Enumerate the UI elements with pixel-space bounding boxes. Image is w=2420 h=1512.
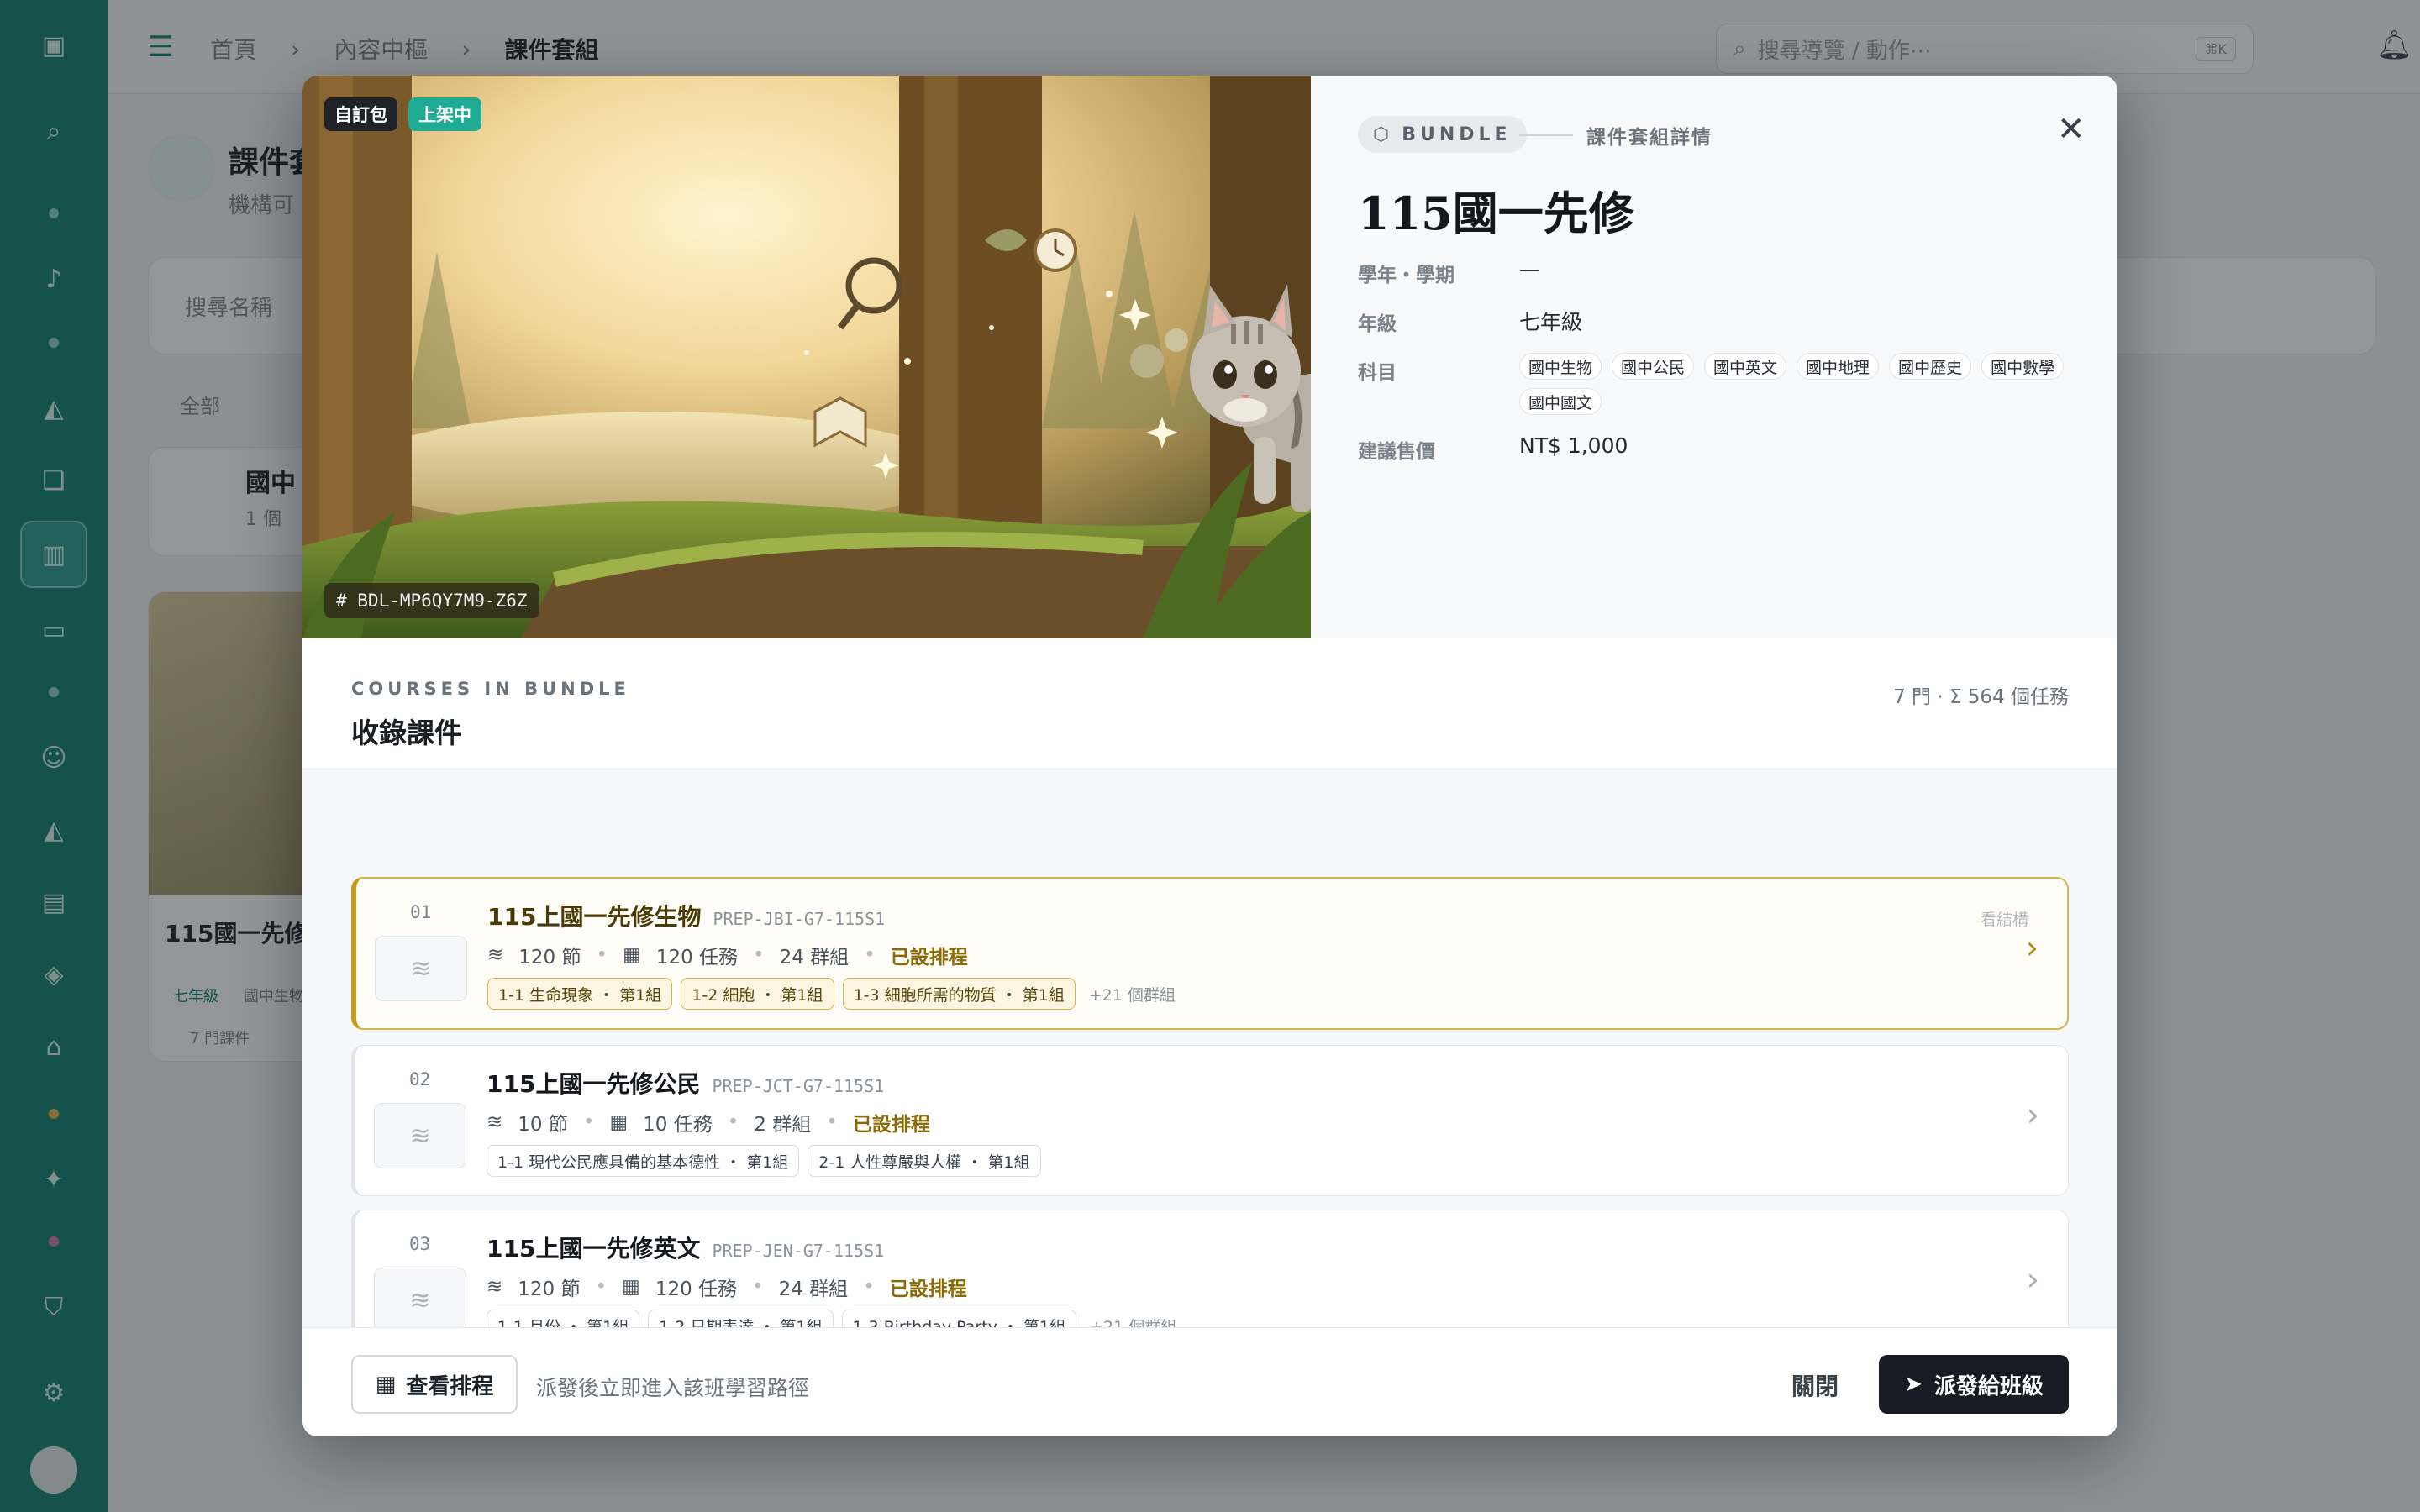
layers-icon: ≋ — [374, 1268, 466, 1327]
modal-footer: ▦ 查看排程 派發後立即進入該班學習路徑 關閉 ➤ 派發給班級 — [302, 1327, 2118, 1436]
subject-chip: 國中國文 — [1519, 388, 1602, 415]
task-count: 10 任務 — [643, 1114, 713, 1136]
course-stats: ≋ 120 節 • ▦ 120 任務 • 24 群組 • 已設排程 — [487, 1273, 967, 1301]
layers-icon: ≋ — [487, 1111, 503, 1133]
lesson-count: 120 節 — [518, 947, 581, 969]
grade-label: 年級 — [1358, 313, 1397, 335]
calendar-icon: ▦ — [623, 944, 641, 966]
course-title: 115上國一先修英文 PREP-JEN-G7-115S1 — [487, 1235, 885, 1263]
view-schedule-button[interactable]: ▦ 查看排程 — [351, 1355, 518, 1414]
course-number: 02 — [409, 1069, 431, 1089]
lesson-count: 10 節 — [518, 1114, 568, 1136]
course-card[interactable]: 03 ≋ 115上國一先修英文 PREP-JEN-G7-115S1 ≋ 120 節 … — [351, 1210, 2069, 1327]
view-structure-link[interactable]: 看結構 — [1981, 907, 2028, 930]
section-caption: COURSES IN BUNDLE — [351, 679, 630, 699]
chevron-right-icon[interactable]: › — [2027, 1096, 2039, 1133]
task-count: 120 任務 — [655, 1278, 738, 1300]
group-tags: 1-1 現代公民應具備的基本德性 ・ 第1組 2-1 人性尊嚴與人權 ・ 第1組 — [487, 1145, 1041, 1177]
send-icon: ➤ — [1904, 1372, 1923, 1397]
calendar-icon: ▦ — [622, 1276, 640, 1298]
course-stats: ≋ 10 節 • ▦ 10 任務 • 2 群組 • 已設排程 — [487, 1108, 930, 1137]
subject-chip: 國中數學 — [1981, 353, 2065, 380]
group-tags: 1-1 月份 ・ 第1組 1-2 日期表達 ・ 第1組 1-3 Birthday… — [487, 1310, 1176, 1327]
term-value: — — [1519, 257, 1540, 281]
view-schedule-label: 查看排程 — [406, 1373, 494, 1399]
courses-section-header: COURSES IN BUNDLE 收錄課件 7 門 · Σ 564 個任務 — [302, 638, 2118, 769]
schedule-status: 已設排程 — [890, 947, 968, 969]
more-groups: +21 個群組 — [1090, 1317, 1177, 1328]
modal-hero: 自訂包 上架中 # BDL-MP6QY7M9-Z6Z ⬡ BUNDLE 課件套組… — [302, 76, 2118, 638]
group-tag: 1-3 細胞所需的物質 ・ 第1組 — [842, 978, 1076, 1010]
layers-icon: ≋ — [487, 944, 504, 966]
group-tag: 1-2 細胞 ・ 第1組 — [681, 978, 834, 1010]
group-count: 2 群組 — [754, 1114, 812, 1136]
course-card[interactable]: 01 ≋ 115上國一先修生物 PREP-JBI-G7-115S1 ≋ 120 節 … — [351, 877, 2069, 1030]
section-title: 收錄課件 — [351, 717, 462, 749]
course-title: 115上國一先修公民 PREP-JCT-G7-115S1 — [487, 1070, 885, 1098]
section-meta: 7 門 · Σ 564 個任務 — [1893, 686, 2069, 708]
group-tag: 1-1 月份 ・ 第1組 — [487, 1310, 640, 1327]
layers-icon: ≋ — [375, 936, 467, 1001]
group-tags: 1-1 生命現象 ・ 第1組 1-2 細胞 ・ 第1組 1-3 細胞所需的物質 … — [487, 978, 1176, 1010]
bundle-type-pill: ⬡ BUNDLE — [1358, 116, 1527, 153]
price-label: 建議售價 — [1358, 441, 1435, 463]
detail-subtitle: 課件套組詳情 — [1586, 127, 1712, 149]
dispatch-label: 派發給班級 — [1933, 1373, 2044, 1399]
dispatch-to-class-button[interactable]: ➤ 派發給班級 — [1879, 1355, 2069, 1414]
subject-chips: 國中生物 國中公民 國中英文 國中地理 國中歷史 國中數學 國中國文 — [1519, 353, 2074, 415]
group-tag: 1-3 Birthday Party ・ 第1組 — [841, 1310, 1077, 1327]
dispatch-hint: 派發後立即進入該班學習路徑 — [536, 1376, 810, 1400]
course-code: PREP-JEN-G7-115S1 — [712, 1241, 885, 1261]
cube-icon: ⬡ — [1373, 123, 1394, 145]
bundle-title: 115國一先修 — [1358, 186, 1634, 240]
cover-image: 自訂包 上架中 # BDL-MP6QY7M9-Z6Z — [302, 76, 1311, 638]
subject-chip: 國中地理 — [1797, 353, 1880, 380]
subject-chip: 國中公民 — [1612, 353, 1695, 380]
course-number: 03 — [409, 1234, 431, 1254]
close-icon[interactable]: ✕ — [2057, 113, 2086, 146]
course-card[interactable]: 02 ≋ 115上國一先修公民 PREP-JCT-G7-115S1 ≋ 10 節 •… — [351, 1045, 2069, 1196]
subject-label: 科目 — [1358, 362, 1397, 384]
chevron-right-icon[interactable]: › — [2026, 929, 2039, 966]
course-title: 115上國一先修生物 PREP-JBI-G7-115S1 — [487, 903, 886, 931]
custom-pack-badge: 自訂包 — [324, 97, 397, 131]
course-stats: ≋ 120 節 • ▦ 120 任務 • 24 群組 • 已設排程 — [487, 941, 968, 969]
bundle-type-label: BUNDLE — [1402, 123, 1512, 145]
course-code: PREP-JCT-G7-115S1 — [712, 1076, 885, 1096]
divider — [1519, 134, 1573, 136]
course-number: 01 — [410, 902, 432, 922]
grade-value: 七年級 — [1519, 310, 1583, 334]
course-code: PREP-JBI-G7-115S1 — [713, 909, 886, 929]
schedule-status: 已設排程 — [852, 1114, 930, 1136]
group-count: 24 群組 — [779, 947, 850, 969]
group-tag: 1-2 日期表達 ・ 第1組 — [648, 1310, 834, 1327]
subject-chip: 國中歷史 — [1889, 353, 1972, 380]
status-badge: 上架中 — [408, 97, 481, 131]
subject-chip: 國中生物 — [1519, 353, 1602, 380]
group-tag: 1-1 生命現象 ・ 第1組 — [487, 978, 673, 1010]
close-button[interactable]: 關閉 — [1791, 1368, 1839, 1402]
layers-icon: ≋ — [487, 1276, 503, 1298]
group-count: 24 群組 — [778, 1278, 849, 1300]
subject-chip: 國中英文 — [1704, 353, 1787, 380]
chevron-right-icon[interactable]: › — [2027, 1261, 2039, 1298]
course-list[interactable]: 01 ≋ 115上國一先修生物 PREP-JBI-G7-115S1 ≋ 120 節 … — [302, 769, 2118, 1327]
forest-kitten-illustration — [302, 76, 1311, 638]
task-count: 120 任務 — [655, 947, 739, 969]
bundle-detail-modal: 自訂包 上架中 # BDL-MP6QY7M9-Z6Z ⬡ BUNDLE 課件套組… — [302, 76, 2118, 1436]
bundle-code[interactable]: # BDL-MP6QY7M9-Z6Z — [324, 583, 539, 618]
group-tag: 2-1 人性尊嚴與人權 ・ 第1組 — [808, 1145, 1041, 1177]
bundle-detail-panel: ⬡ BUNDLE 課件套組詳情 ✕ 115國一先修 學年・學期 — 年級 七年級… — [1311, 76, 2118, 638]
price-value: NT$ 1,000 — [1519, 433, 1628, 458]
layers-icon: ≋ — [374, 1103, 466, 1168]
lesson-count: 120 節 — [518, 1278, 581, 1300]
more-groups: +21 個群組 — [1088, 985, 1176, 1005]
term-label: 學年・學期 — [1358, 265, 1455, 286]
group-tag: 1-1 現代公民應具備的基本德性 ・ 第1組 — [487, 1145, 800, 1177]
schedule-status: 已設排程 — [889, 1278, 967, 1300]
calendar-icon: ▦ — [609, 1111, 629, 1133]
calendar-clock-icon: ▦ — [375, 1372, 397, 1397]
